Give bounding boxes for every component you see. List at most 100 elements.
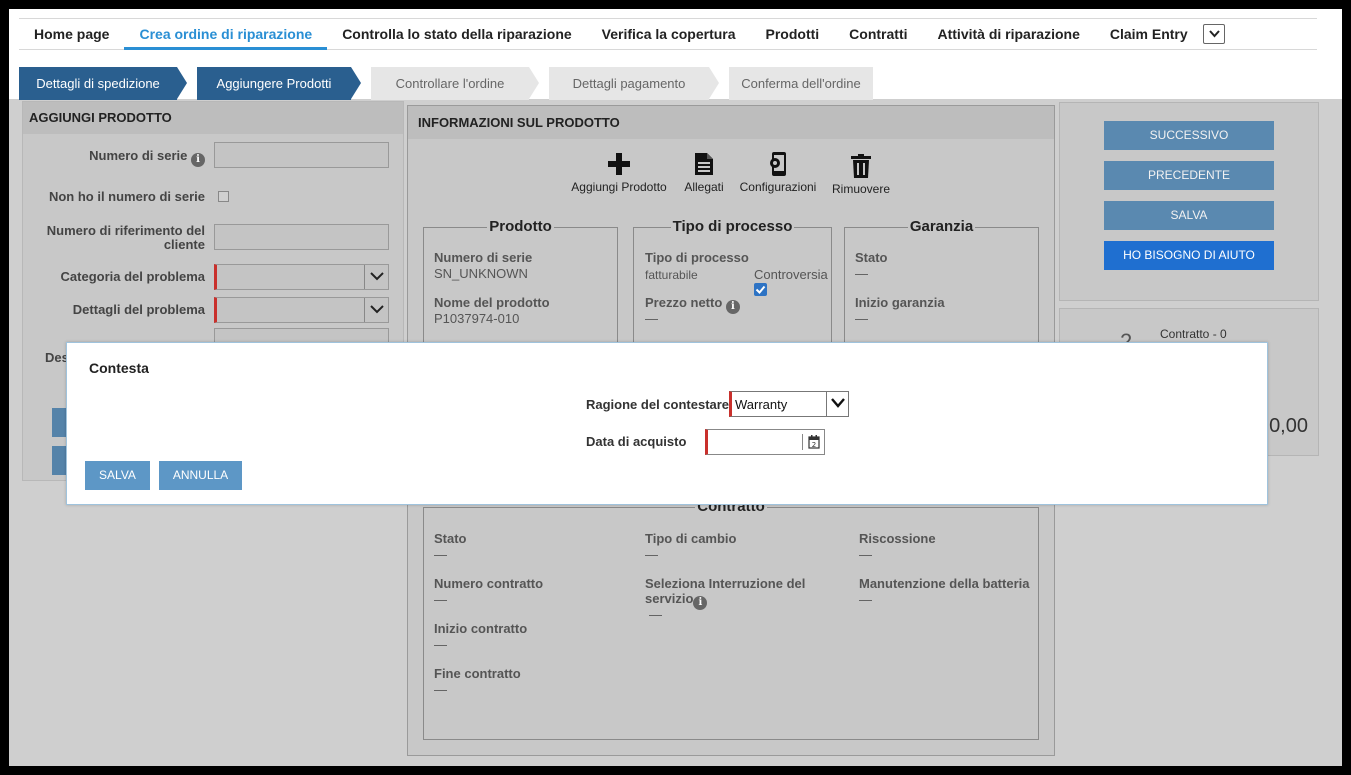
contract-number-value: — (434, 592, 447, 607)
contract-start-value: — (434, 637, 447, 652)
collection-label: Riscossione (859, 531, 936, 546)
dispute-label: Controversia (754, 267, 828, 282)
product-info-title: INFORMAZIONI SUL PRODOTTO (408, 106, 1054, 139)
previous-button[interactable]: PRECEDENTE (1104, 161, 1274, 190)
nav-claim-entry[interactable]: Claim Entry (1095, 19, 1203, 50)
info-icon[interactable]: i (725, 300, 740, 314)
dispute-dialog: Contesta Ragione del contestare Warranty… (66, 342, 1268, 505)
step-arrow (351, 67, 361, 99)
step-arrow (177, 67, 187, 99)
exchange-type-label: Tipo di cambio (645, 531, 737, 546)
summary-contract-label: Contratto - 0 (1160, 327, 1227, 341)
product-legend: Prodotto (424, 218, 617, 236)
app-window: Home page Crea ordine di riparazione Con… (9, 9, 1342, 766)
product-serial-label: Numero di serie (434, 250, 533, 265)
dialog-cancel-button[interactable]: ANNULLA (159, 461, 242, 490)
attachments-button[interactable]: Allegati (678, 148, 730, 194)
process-fieldset: Tipo di processo Tipo di processo fattur… (633, 218, 832, 357)
process-legend-text: Tipo di processo (670, 218, 795, 235)
nav-home[interactable]: Home page (19, 19, 124, 50)
nav-more-button[interactable] (1202, 24, 1225, 44)
step-payment-details[interactable]: Dettagli pagamento (549, 67, 709, 100)
chevron-down-icon (370, 305, 384, 314)
contract-start-label: Inizio contratto (434, 621, 528, 636)
process-type-label: Tipo di processo (645, 250, 749, 265)
calendar-button[interactable]: 2 (802, 434, 824, 450)
next-button[interactable]: SUCCESSIVO (1104, 121, 1274, 150)
info-icon[interactable]: i (693, 596, 708, 610)
select-arrow (364, 265, 388, 289)
warranty-legend-text: Garanzia (907, 218, 976, 235)
step-shipping-details[interactable]: Dettagli di spedizione (19, 67, 177, 100)
top-nav: Home page Crea ordine di riparazione Con… (19, 18, 1317, 50)
info-icon[interactable]: i (191, 153, 205, 167)
chevron-down-icon (1208, 30, 1220, 38)
purchase-date-label: Data di acquisto (586, 434, 687, 449)
warranty-start-label: Inizio garanzia (855, 295, 945, 310)
battery-maintenance-value: — (859, 592, 872, 607)
contract-end-value: — (434, 682, 447, 697)
chevron-down-icon (831, 398, 845, 408)
customer-ref-input[interactable] (214, 224, 389, 250)
net-price-value: — (645, 311, 658, 326)
remove-button[interactable]: Rimuovere (830, 150, 892, 196)
step-add-products[interactable]: Aggiungere Prodotti (197, 67, 351, 100)
service-interruption-value: — (649, 607, 662, 622)
nav-contracts[interactable]: Contratti (834, 19, 922, 50)
nav-repair-activities[interactable]: Attività di riparazione (923, 19, 1095, 50)
mobile-config-icon (770, 152, 786, 176)
trash-icon (851, 154, 871, 178)
product-name-value: P1037974-010 (434, 311, 520, 326)
checkmark-icon (755, 285, 766, 294)
add-product-label: Aggiungi Prodotto (571, 180, 667, 194)
dispute-reason-select[interactable]: Warranty (729, 391, 849, 417)
contract-status-value: — (434, 547, 447, 562)
serial-label: Numero di serie i (35, 149, 205, 167)
configurations-button[interactable]: Configurazioni (736, 148, 820, 194)
dialog-save-button[interactable]: SALVA (85, 461, 150, 490)
service-interruption-label: Seleziona Interruzione del servizio i (645, 576, 820, 610)
warranty-status-label: Stato (855, 250, 888, 265)
product-legend-text: Prodotto (487, 218, 554, 235)
add-product-button[interactable]: Aggiungi Prodotto (571, 148, 667, 194)
nav-check-repair-status[interactable]: Controlla lo stato della riparazione (327, 19, 586, 50)
svg-text:2: 2 (812, 441, 816, 449)
save-button[interactable]: SALVA (1104, 201, 1274, 230)
nav-check-coverage[interactable]: Verifica la copertura (587, 19, 751, 50)
problem-category-label: Categoria del problema (60, 269, 205, 284)
step-review-order[interactable]: Controllare l'ordine (371, 67, 529, 100)
configurations-label: Configurazioni (739, 180, 817, 194)
summary-total: 0,00 (1269, 415, 1308, 437)
product-serial-value: SN_UNKNOWN (434, 266, 528, 281)
battery-maintenance-label: Manutenzione della batteria (859, 576, 1030, 591)
help-button[interactable]: HO BISOGNO DI AIUTO (1104, 241, 1274, 270)
contract-end-label: Fine contratto (434, 666, 521, 681)
calendar-icon: 2 (808, 435, 820, 449)
problem-details-select[interactable] (214, 297, 389, 323)
nav-products[interactable]: Prodotti (751, 19, 835, 50)
purchase-date-input[interactable]: 2 (705, 429, 825, 455)
select-arrow (364, 298, 388, 322)
nav-create-repair-order[interactable]: Crea ordine di riparazione (124, 19, 328, 50)
contract-number-label: Numero contratto (434, 576, 544, 591)
attachments-label: Allegati (684, 180, 724, 194)
product-fieldset: Prodotto Numero di serie SN_UNKNOWN Nome… (423, 218, 618, 357)
problem-category-select[interactable] (214, 264, 389, 290)
warranty-fieldset: Garanzia Stato — Inizio garanzia — (844, 218, 1039, 357)
page: Home page Crea ordine di riparazione Con… (9, 9, 1342, 766)
add-product-title: AGGIUNGI PRODOTTO (23, 102, 403, 134)
serial-input[interactable] (214, 142, 389, 168)
step-order-confirmation[interactable]: Conferma dell'ordine (729, 67, 873, 100)
actions-panel: SUCCESSIVO PRECEDENTE SALVA HO BISOGNO D… (1059, 102, 1319, 301)
no-serial-checkbox[interactable] (218, 191, 229, 202)
select-arrow (826, 392, 848, 416)
collection-value: — (859, 547, 872, 562)
no-serial-label: Non ho il numero di serie (48, 189, 205, 204)
dispute-checkbox[interactable] (754, 283, 767, 296)
product-name-label: Nome del prodotto (434, 295, 550, 310)
exchange-type-value: — (645, 547, 658, 562)
dialog-title: Contesta (89, 360, 149, 376)
contract-fieldset: Contratto Stato — Tipo di cambio — Risco… (423, 498, 1039, 740)
process-type-value: fatturabile (645, 268, 698, 282)
step-arrow (529, 67, 539, 99)
